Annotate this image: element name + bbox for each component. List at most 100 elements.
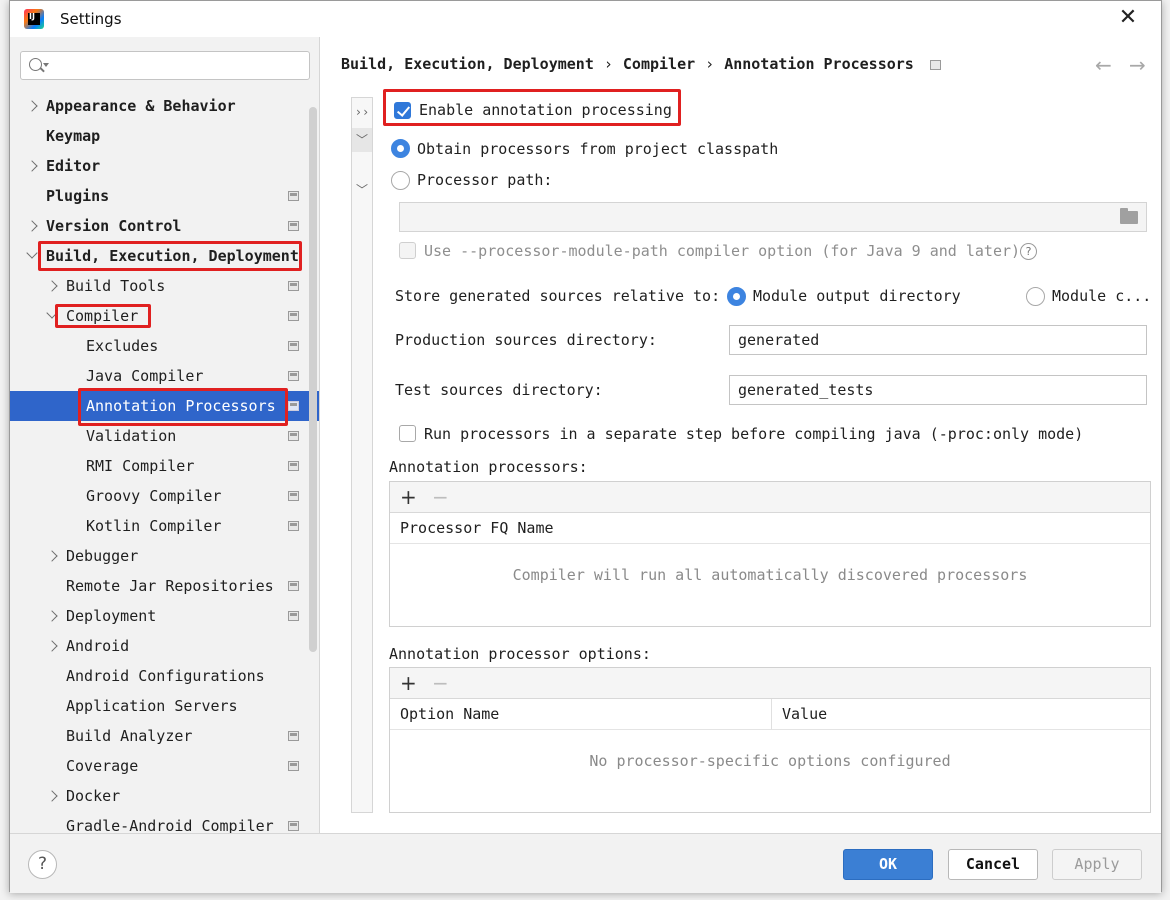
chevron-right-icon[interactable]: [46, 550, 58, 562]
sidebar-item-validation[interactable]: Validation: [10, 421, 319, 451]
sidebar-item-excludes[interactable]: Excludes: [10, 331, 319, 361]
sidebar-item-android[interactable]: Android: [10, 631, 319, 661]
project-level-icon: [288, 431, 299, 441]
chevron-down-icon[interactable]: [26, 247, 38, 259]
module-content-root-label[interactable]: Module c...: [1052, 287, 1151, 305]
chevron-right-icon[interactable]: [26, 100, 38, 112]
sidebar-item-label: Groovy Compiler: [86, 487, 222, 505]
run-separate-step-checkbox[interactable]: [399, 425, 416, 442]
add-option-button[interactable]: +: [400, 671, 417, 695]
processor-fq-name-column[interactable]: Processor FQ Name: [390, 513, 1150, 544]
add-processor-button[interactable]: +: [400, 485, 417, 509]
sidebar-item-label: Android Configurations: [66, 667, 265, 685]
sidebar-item-build-tools[interactable]: Build Tools: [10, 271, 319, 301]
sidebar-item-label: Coverage: [66, 757, 139, 775]
sidebar-item-application-servers[interactable]: Application Servers: [10, 691, 319, 721]
obtain-from-classpath-label[interactable]: Obtain processors from project classpath: [417, 140, 778, 158]
search-history-dropdown-icon[interactable]: [43, 63, 49, 67]
sidebar-item-appearance-behavior[interactable]: Appearance & Behavior: [10, 91, 319, 121]
obtain-from-classpath-radio[interactable]: [391, 139, 410, 158]
sidebar-item-plugins[interactable]: Plugins: [10, 181, 319, 211]
forward-arrow-icon[interactable]: →: [1129, 53, 1146, 77]
sidebar-item-label: Build, Execution, Deployment: [46, 247, 299, 265]
sidebar-item-label: Debugger: [66, 547, 139, 565]
expand-icon[interactable]: ››: [352, 100, 372, 124]
sidebar-item-build-analyzer[interactable]: Build Analyzer: [10, 721, 319, 751]
sidebar-item-label: Validation: [86, 427, 177, 445]
module-path-option-label[interactable]: Use --processor-module-path compiler opt…: [424, 242, 1038, 260]
project-level-icon: [288, 401, 299, 411]
sidebar-item-gradle-android-compiler[interactable]: Gradle-Android Compiler: [10, 811, 319, 833]
annotation-processors-title: Annotation processors:: [389, 458, 588, 476]
sidebar-item-annotation-processors[interactable]: Annotation Processors: [10, 391, 319, 421]
module-output-directory-label[interactable]: Module output directory: [753, 287, 961, 305]
search-input[interactable]: [20, 51, 310, 80]
chevron-down-icon[interactable]: ﹀: [352, 178, 372, 202]
sidebar-item-coverage[interactable]: Coverage: [10, 751, 319, 781]
module-output-directory-radio[interactable]: [727, 287, 746, 306]
close-icon[interactable]: ✕: [1117, 7, 1139, 29]
project-level-icon: [288, 191, 299, 201]
enable-annotation-processing-label[interactable]: Enable annotation processing: [419, 101, 672, 119]
help-icon[interactable]: ?: [28, 850, 57, 879]
run-separate-step-label[interactable]: Run processors in a separate step before…: [424, 425, 1083, 443]
production-sources-input[interactable]: generated: [729, 325, 1147, 355]
processor-options-table: + − Option Name Value No processor-speci…: [389, 667, 1151, 813]
chevron-right-icon[interactable]: [46, 610, 58, 622]
sidebar-item-label: Excludes: [86, 337, 159, 355]
apply-button[interactable]: Apply: [1052, 849, 1142, 880]
sidebar-item-label: Deployment: [66, 607, 157, 625]
processor-path-radio[interactable]: [391, 171, 410, 190]
sidebar-item-docker[interactable]: Docker: [10, 781, 319, 811]
help-icon[interactable]: ?: [1020, 243, 1038, 260]
project-level-icon: [288, 281, 299, 291]
sidebar-item-java-compiler[interactable]: Java Compiler: [10, 361, 319, 391]
chevron-down-icon[interactable]: ﹀: [352, 128, 372, 152]
sidebar-item-remote-jar-repositories[interactable]: Remote Jar Repositories: [10, 571, 319, 601]
dialog-footer: ? OK Cancel Apply: [10, 833, 1161, 893]
sidebar-item-label: Java Compiler: [86, 367, 204, 385]
chevron-right-icon[interactable]: [46, 790, 58, 802]
project-level-icon: [288, 461, 299, 471]
enable-annotation-processing-checkbox[interactable]: [394, 102, 411, 119]
sidebar-scrollbar[interactable]: [309, 107, 317, 652]
module-path-option-checkbox[interactable]: [399, 242, 416, 259]
option-name-column[interactable]: Option Name: [390, 699, 772, 730]
sidebar-item-rmi-compiler[interactable]: RMI Compiler: [10, 451, 319, 481]
breadcrumb: Build, Execution, Deployment › Compiler › An…: [341, 55, 941, 73]
processors-empty-message: Compiler will run all automatically disc…: [512, 566, 1028, 584]
sidebar-item-label: Appearance & Behavior: [46, 97, 236, 115]
processor-path-field[interactable]: [399, 202, 1147, 232]
sidebar-item-groovy-compiler[interactable]: Groovy Compiler: [10, 481, 319, 511]
sidebar-item-version-control[interactable]: Version Control: [10, 211, 319, 241]
module-content-root-radio[interactable]: [1026, 287, 1045, 306]
folder-open-icon[interactable]: [1120, 208, 1138, 224]
chevron-right-icon[interactable]: [26, 220, 38, 232]
processor-path-label[interactable]: Processor path:: [417, 171, 552, 189]
production-sources-label: Production sources directory:: [395, 331, 657, 349]
project-level-icon: [288, 611, 299, 621]
project-level-icon: [288, 581, 299, 591]
sidebar-item-debugger[interactable]: Debugger: [10, 541, 319, 571]
sidebar-item-android-configurations[interactable]: Android Configurations: [10, 661, 319, 691]
sidebar-item-kotlin-compiler[interactable]: Kotlin Compiler: [10, 511, 319, 541]
remove-option-button[interactable]: −: [432, 671, 449, 695]
option-value-column[interactable]: Value: [772, 699, 1150, 730]
chevron-right-icon[interactable]: [46, 280, 58, 292]
test-sources-input[interactable]: generated_tests: [729, 375, 1147, 405]
options-empty-message: No processor-specific options configured: [589, 752, 951, 770]
chevron-right-icon[interactable]: [46, 640, 58, 652]
sidebar-item-label: Editor: [46, 157, 101, 175]
project-level-icon: [288, 371, 299, 381]
cancel-button[interactable]: Cancel: [948, 849, 1038, 880]
sidebar-item-editor[interactable]: Editor: [10, 151, 319, 181]
sidebar-item-compiler[interactable]: Compiler: [10, 301, 319, 331]
sidebar-item-deployment[interactable]: Deployment: [10, 601, 319, 631]
remove-processor-button[interactable]: −: [432, 485, 449, 509]
sidebar-item-build-execution-deployment[interactable]: Build, Execution, Deployment: [10, 241, 319, 271]
sidebar-item-keymap[interactable]: Keymap: [10, 121, 319, 151]
chevron-down-icon[interactable]: [46, 307, 58, 319]
ok-button[interactable]: OK: [843, 849, 933, 880]
chevron-right-icon[interactable]: [26, 160, 38, 172]
back-arrow-icon[interactable]: ←: [1095, 53, 1112, 77]
